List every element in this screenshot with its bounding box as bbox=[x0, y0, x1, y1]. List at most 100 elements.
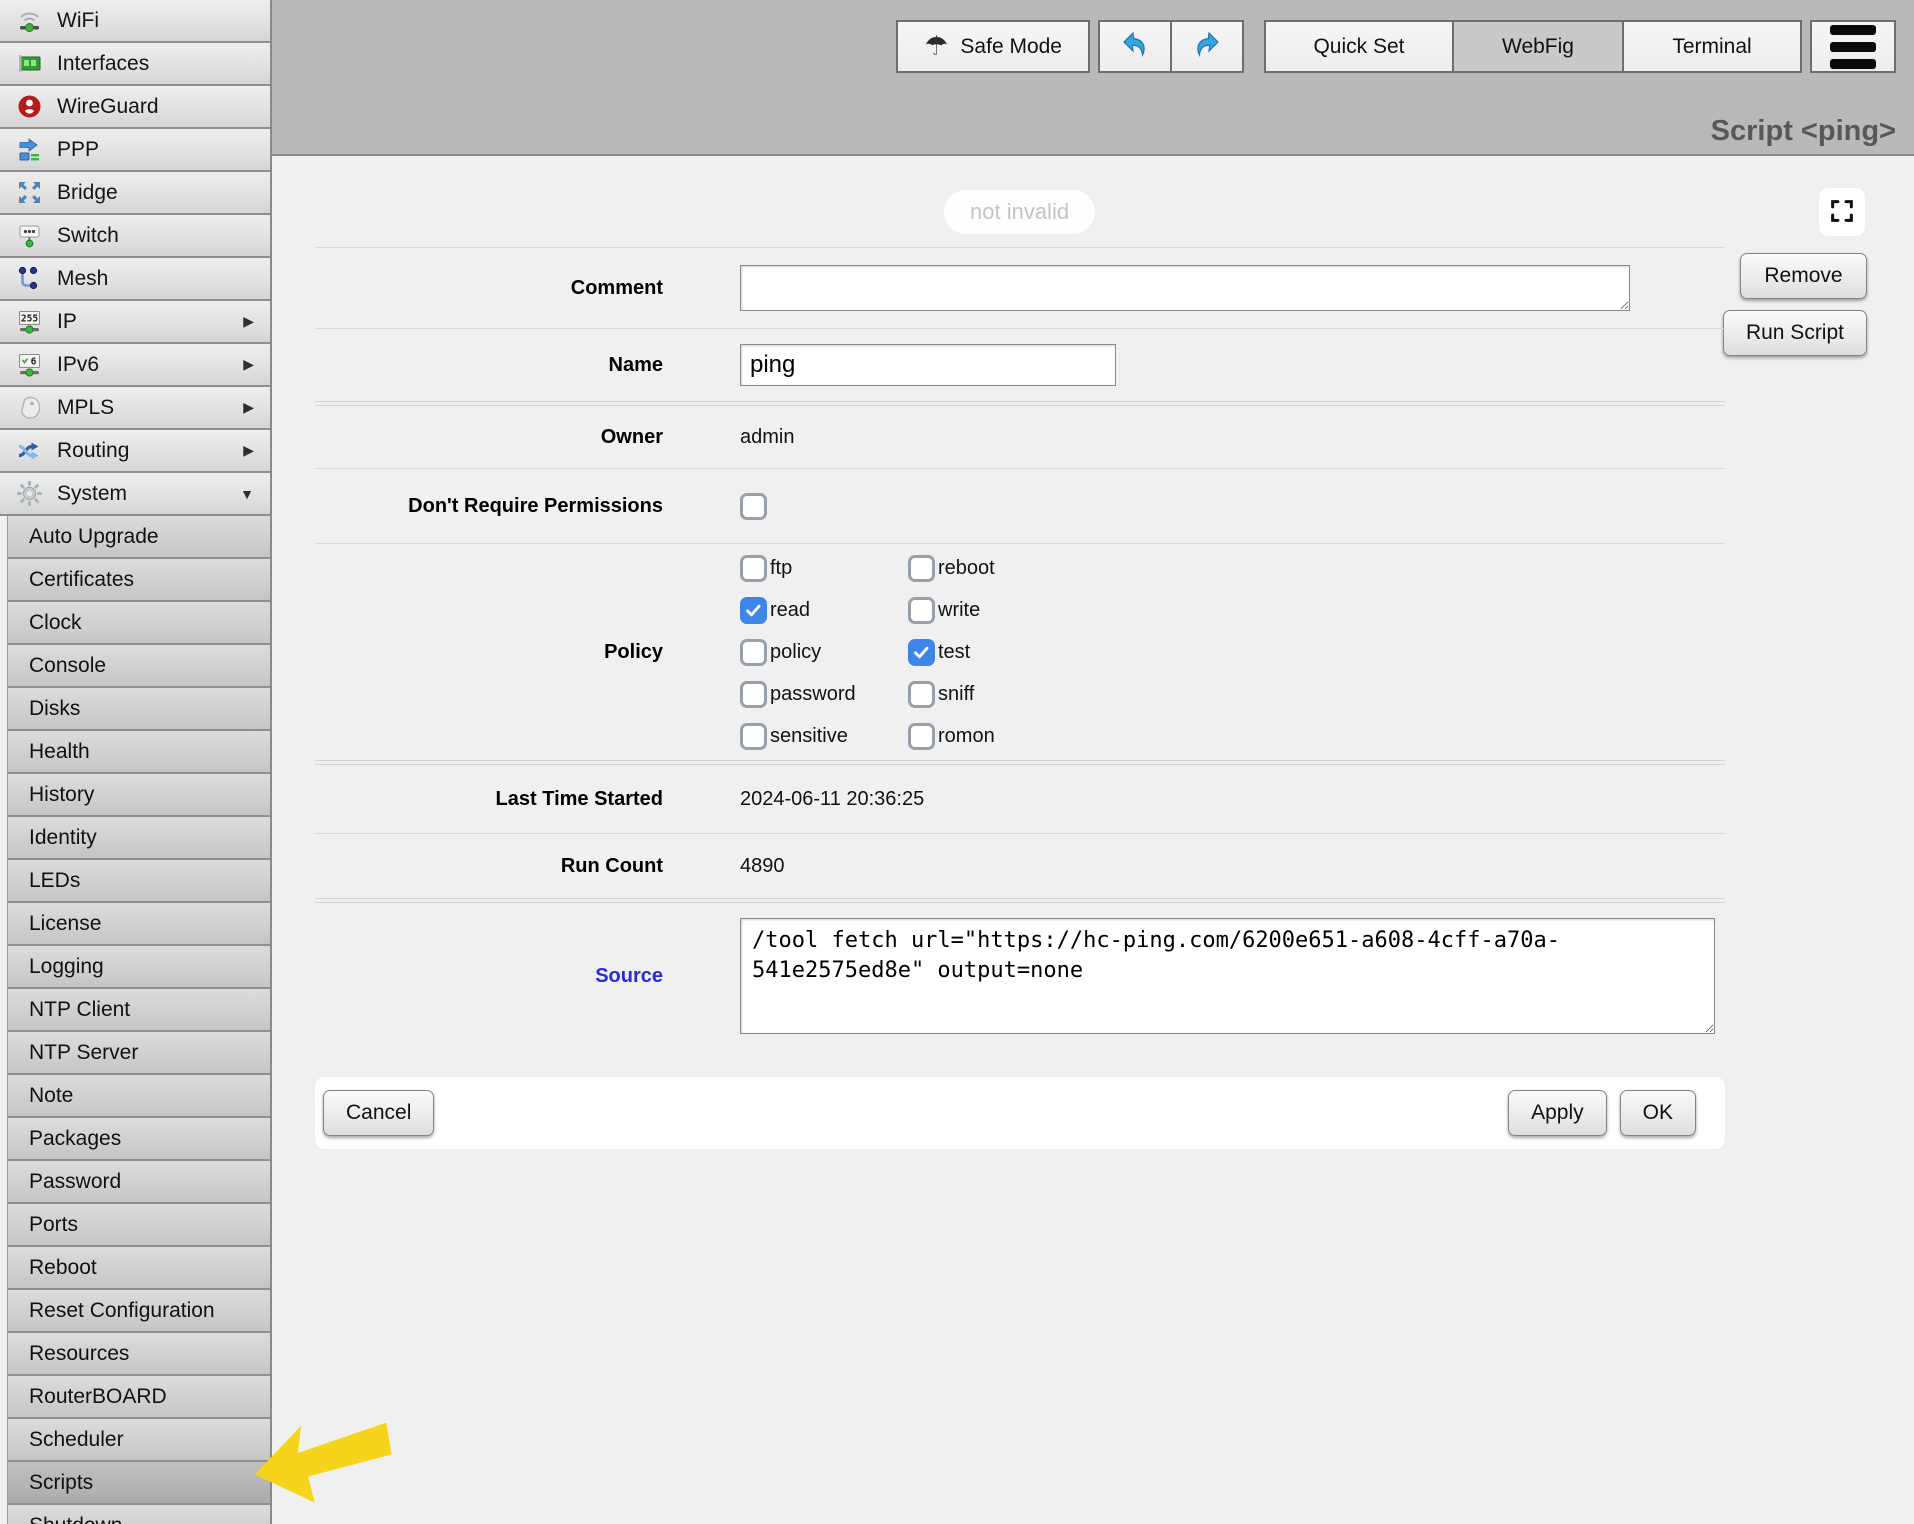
name-field[interactable] bbox=[740, 344, 1116, 386]
sidebar-item-system[interactable]: System▼ bbox=[0, 473, 270, 516]
sidebar-item-console[interactable]: Console bbox=[7, 645, 270, 688]
tab-terminal[interactable]: Terminal bbox=[1622, 20, 1802, 73]
sidebar-item-ip[interactable]: 255IP▶ bbox=[0, 301, 270, 344]
routing-icon bbox=[16, 437, 43, 464]
mesh-icon bbox=[16, 265, 43, 292]
policy-grid: ftprebootreadwritepolicytestpasswordsnif… bbox=[740, 555, 1128, 750]
sidebar-item-switch[interactable]: Switch bbox=[0, 215, 270, 258]
policy-option-policy: policy bbox=[740, 639, 908, 666]
hamburger-menu-button[interactable] bbox=[1810, 20, 1896, 73]
chevron-down-icon: ▼ bbox=[240, 486, 260, 502]
owner-row: Owner admin bbox=[315, 406, 1725, 468]
policy-label: Policy bbox=[315, 641, 663, 664]
policy-option-test: test bbox=[908, 639, 1128, 666]
system-gear-icon bbox=[16, 480, 43, 507]
sidebar-item-interfaces[interactable]: Interfaces bbox=[0, 43, 270, 86]
apply-button[interactable]: Apply bbox=[1508, 1090, 1607, 1136]
sidebar-item-identity[interactable]: Identity bbox=[7, 817, 270, 860]
last-time-started-value: 2024-06-11 20:36:25 bbox=[740, 788, 924, 811]
sidebar-item-logging[interactable]: Logging bbox=[7, 946, 270, 989]
source-label[interactable]: Source bbox=[315, 965, 663, 988]
sidebar-item-ntp-server[interactable]: NTP Server bbox=[7, 1032, 270, 1075]
policy-checkbox-read[interactable] bbox=[740, 597, 767, 624]
sidebar-item-password[interactable]: Password bbox=[7, 1161, 270, 1204]
chevron-right-icon: ▶ bbox=[243, 313, 260, 330]
sidebar-item-clock[interactable]: Clock bbox=[7, 602, 270, 645]
sidebar-item-shutdown[interactable]: Shutdown bbox=[7, 1505, 270, 1524]
policy-checkbox-reboot[interactable] bbox=[908, 555, 935, 582]
sidebar-item-packages[interactable]: Packages bbox=[7, 1118, 270, 1161]
main-area: ☂ Safe Mode bbox=[272, 0, 1914, 1524]
sidebar-submenu: Auto UpgradeCertificatesClockConsoleDisk… bbox=[0, 516, 270, 1524]
safe-mode-button[interactable]: ☂ Safe Mode bbox=[896, 20, 1090, 73]
name-row: Name bbox=[315, 329, 1725, 401]
policy-checkbox-password[interactable] bbox=[740, 681, 767, 708]
view-tabs-group: Quick Set WebFig Terminal bbox=[1264, 20, 1802, 73]
sidebar-item-mesh[interactable]: Mesh bbox=[0, 258, 270, 301]
sidebar-item-note[interactable]: Note bbox=[7, 1075, 270, 1118]
comment-field[interactable] bbox=[740, 265, 1630, 311]
policy-checkbox-test[interactable] bbox=[908, 639, 935, 666]
sidebar-item-license[interactable]: License bbox=[7, 903, 270, 946]
sidebar-item-ppp[interactable]: PPP bbox=[0, 129, 270, 172]
sidebar-item-ntp-client[interactable]: NTP Client bbox=[7, 989, 270, 1032]
fullscreen-button[interactable] bbox=[1819, 188, 1865, 236]
sidebar-item-ipv6[interactable]: 6IPv6▶ bbox=[0, 344, 270, 387]
redo-button[interactable] bbox=[1170, 20, 1244, 73]
sidebar-item-reset-configuration[interactable]: Reset Configuration bbox=[7, 1290, 270, 1333]
undo-button[interactable] bbox=[1098, 20, 1172, 73]
policy-checkbox-write[interactable] bbox=[908, 597, 935, 624]
ipv6-icon: 6 bbox=[16, 351, 43, 378]
sidebar-item-resources[interactable]: Resources bbox=[7, 1333, 270, 1376]
sidebar-item-routerboard[interactable]: RouterBOARD bbox=[7, 1376, 270, 1419]
dont-require-permissions-label: Don't Require Permissions bbox=[315, 495, 663, 518]
ok-button[interactable]: OK bbox=[1620, 1090, 1696, 1136]
last-time-started-row: Last Time Started 2024-06-11 20:36:25 bbox=[315, 765, 1725, 833]
name-label: Name bbox=[315, 354, 663, 377]
sidebar-item-ports[interactable]: Ports bbox=[7, 1204, 270, 1247]
sidebar-item-bridge[interactable]: Bridge bbox=[0, 172, 270, 215]
policy-option-read: read bbox=[740, 597, 908, 624]
policy-option-password: password bbox=[740, 681, 908, 708]
hamburger-menu-icon bbox=[1830, 25, 1876, 69]
tab-webfig[interactable]: WebFig bbox=[1452, 20, 1624, 73]
ip-icon: 255 bbox=[16, 308, 43, 335]
sidebar-item-scheduler[interactable]: Scheduler bbox=[7, 1419, 270, 1462]
policy-checkbox-sensitive[interactable] bbox=[740, 723, 767, 750]
tab-quick-set[interactable]: Quick Set bbox=[1264, 20, 1454, 73]
sidebar-item-routing[interactable]: Routing▶ bbox=[0, 430, 270, 473]
sidebar-item-health[interactable]: Health bbox=[7, 731, 270, 774]
source-row: Source /tool fetch url="https://hc-ping.… bbox=[315, 903, 1725, 1049]
source-field[interactable]: /tool fetch url="https://hc-ping.com/620… bbox=[740, 918, 1715, 1034]
run-count-label: Run Count bbox=[315, 855, 663, 878]
form-button-bar: Cancel Apply OK bbox=[315, 1077, 1725, 1149]
sidebar-item-history[interactable]: History bbox=[7, 774, 270, 817]
sidebar-item-wireguard[interactable]: WireGuard bbox=[0, 86, 270, 129]
policy-checkbox-policy[interactable] bbox=[740, 639, 767, 666]
umbrella-icon: ☂ bbox=[924, 33, 948, 60]
policy-checkbox-romon[interactable] bbox=[908, 723, 935, 750]
sidebar-item-disks[interactable]: Disks bbox=[7, 688, 270, 731]
sidebar-item-scripts[interactable]: Scripts bbox=[7, 1462, 270, 1505]
policy-checkbox-ftp[interactable] bbox=[740, 555, 767, 582]
sidebar-item-mpls[interactable]: MPLS▶ bbox=[0, 387, 270, 430]
sidebar-item-leds[interactable]: LEDs bbox=[7, 860, 270, 903]
run-script-button[interactable]: Run Script bbox=[1723, 310, 1867, 356]
owner-value: admin bbox=[740, 426, 794, 449]
toolbar: ☂ Safe Mode bbox=[896, 20, 1896, 73]
undo-redo-group bbox=[1098, 20, 1244, 73]
dont-require-permissions-row: Don't Require Permissions bbox=[315, 469, 1725, 543]
webfig-app: WiFiInterfacesWireGuardPPPBridgeSwitchMe… bbox=[0, 0, 1914, 1524]
wireguard-icon bbox=[16, 93, 43, 120]
sidebar-item-auto-upgrade[interactable]: Auto Upgrade bbox=[7, 516, 270, 559]
dont-require-permissions-checkbox[interactable] bbox=[740, 493, 767, 520]
chevron-right-icon: ▶ bbox=[243, 399, 260, 416]
sidebar-item-wifi[interactable]: WiFi bbox=[0, 0, 270, 43]
remove-button[interactable]: Remove bbox=[1740, 253, 1867, 299]
cancel-button[interactable]: Cancel bbox=[323, 1090, 434, 1136]
svg-text:255: 255 bbox=[21, 314, 38, 325]
sidebar-item-reboot[interactable]: Reboot bbox=[7, 1247, 270, 1290]
policy-checkbox-sniff[interactable] bbox=[908, 681, 935, 708]
sidebar-item-certificates[interactable]: Certificates bbox=[7, 559, 270, 602]
redo-icon bbox=[1192, 29, 1222, 65]
